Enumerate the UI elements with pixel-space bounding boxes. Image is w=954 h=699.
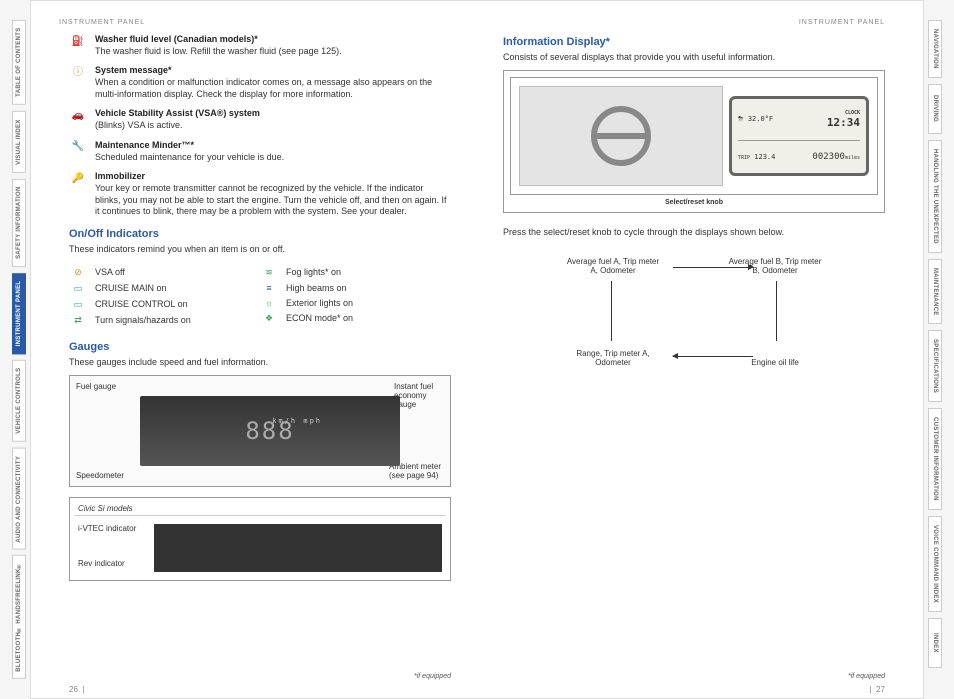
info-heading: Information Display*	[503, 36, 885, 48]
ivtec-label: i-VTEC indicator	[78, 524, 136, 533]
section-header-right: INSTRUMENT PANEL	[503, 19, 885, 26]
indicator-item: 🔑 Immobilizer Your key or remote transmit…	[69, 171, 451, 218]
tab-voice-command[interactable]: VOICE COMMAND INDEX	[928, 516, 942, 612]
info-figure: ⛈ 32.0°F CLOCK12:34 TRIP 123.4 002300mil…	[503, 70, 885, 213]
onoff-label: Exterior lights on	[286, 298, 353, 308]
page-right: INSTRUMENT PANEL Information Display* Co…	[477, 1, 923, 698]
arrow-icon	[611, 281, 612, 341]
section-header-left: INSTRUMENT PANEL	[59, 19, 451, 26]
indicator-desc: The washer fluid is low. Refill the wash…	[95, 46, 342, 56]
page-num-left: 26 |	[69, 685, 84, 694]
onoff-label: VSA off	[95, 267, 125, 277]
speedometer-label: Speedometer	[76, 471, 124, 480]
indicator-title: System message*	[95, 65, 172, 75]
cruise-main-icon: ▭	[69, 283, 87, 294]
cycle-b: Average fuel B, Trip meter B, Odometer	[725, 257, 825, 275]
gauge-graphic: 888 km/h mph	[140, 396, 400, 466]
arrow-icon	[673, 267, 753, 268]
instant-fuel-label: Instant fuel economy gauge	[394, 382, 444, 409]
indicator-item: 🔧 Maintenance Minder™* Scheduled maintena…	[69, 140, 451, 163]
onoff-label: CRUISE MAIN on	[95, 283, 167, 293]
onoff-label: ECON mode* on	[286, 313, 353, 323]
tab-bluetooth[interactable]: BLUETOOTH® HANDSFREELINK®	[12, 555, 26, 679]
onoff-label: CRUISE CONTROL on	[95, 299, 188, 309]
onoff-label: Fog lights* on	[286, 267, 341, 277]
civic-graphic	[154, 524, 442, 572]
tab-instrument-panel[interactable]: INSTRUMENT PANEL	[12, 273, 26, 354]
indicator-desc: (Blinks) VSA is active.	[95, 120, 183, 130]
dashboard-graphic	[519, 86, 723, 186]
gauges-figure: Fuel gauge Speedometer Instant fuel econ…	[69, 375, 451, 487]
arrow-icon	[776, 281, 777, 341]
tab-customer-info[interactable]: CUSTOMER INFORMATION	[928, 408, 942, 510]
turn-signals-icon: ⇄	[69, 315, 87, 326]
onoff-intro: These indicators remind you when an item…	[69, 244, 451, 254]
indicator-item: 🚗 Vehicle Stability Assist (VSA®) system…	[69, 108, 451, 131]
footnote-right: *if equipped	[848, 673, 885, 680]
tab-handling[interactable]: HANDLING THE UNEXPECTED	[928, 140, 942, 253]
gauges-heading: Gauges	[69, 341, 451, 353]
civic-si-figure: Civic Si models i-VTEC indicator Rev ind…	[69, 497, 451, 581]
info-icon: ⓘ	[71, 65, 85, 79]
speed-units: km/h mph	[272, 417, 322, 425]
press-text: Press the select/reset knob to cycle thr…	[503, 227, 885, 237]
cycle-d: Engine oil life	[725, 358, 825, 367]
key-icon: 🔑	[71, 171, 85, 185]
indicator-item: ⛽ Washer fluid level (Canadian models)* T…	[69, 34, 451, 57]
wrench-icon: 🔧	[71, 140, 85, 154]
rev-label: Rev indicator	[78, 559, 125, 568]
tab-index[interactable]: INDEX	[928, 618, 942, 668]
indicator-title: Immobilizer	[95, 171, 145, 181]
steering-wheel-icon	[591, 106, 651, 166]
washer-fluid-icon: ⛽	[71, 34, 85, 48]
footnote-left: *if equipped	[414, 673, 451, 680]
tab-maintenance[interactable]: MAINTENANCE	[928, 259, 942, 325]
cycle-c: Range, Trip meter A, Odometer	[563, 349, 663, 367]
tab-visual-index[interactable]: VISUAL INDEX	[12, 111, 26, 173]
vsa-icon: 🚗	[71, 108, 85, 122]
page-container: TABLE OF CONTENTS VISUAL INDEX SAFETY IN…	[0, 0, 954, 699]
econ-icon: ❖	[260, 313, 278, 324]
indicator-title: Maintenance Minder™*	[95, 140, 194, 150]
civic-si-heading: Civic Si models	[74, 502, 446, 516]
tab-driving[interactable]: DRIVING	[928, 84, 942, 134]
indicator-title: Vehicle Stability Assist (VSA®) system	[95, 108, 260, 118]
info-intro: Consists of several displays that provid…	[503, 52, 885, 62]
onoff-label: Turn signals/hazards on	[95, 315, 191, 325]
left-sidebar: TABLE OF CONTENTS VISUAL INDEX SAFETY IN…	[0, 0, 30, 699]
onoff-label: High beams on	[286, 283, 347, 293]
tab-audio[interactable]: AUDIO AND CONNECTIVITY	[12, 448, 26, 550]
gauges-intro: These gauges include speed and fuel info…	[69, 357, 451, 367]
cruise-control-icon: ▭	[69, 299, 87, 310]
lcd-display: ⛈ 32.0°F CLOCK12:34 TRIP 123.4 002300mil…	[729, 96, 869, 176]
tab-vehicle-controls[interactable]: VEHICLE CONTROLS	[12, 360, 26, 442]
high-beams-icon: ≡	[260, 283, 278, 293]
tab-toc[interactable]: TABLE OF CONTENTS	[12, 20, 26, 105]
onoff-grid: ⊘ VSA off ▭ CRUISE MAIN on ▭ CRUISE CONTROL…	[69, 262, 451, 331]
indicator-desc: Scheduled maintenance for your vehicle i…	[95, 152, 284, 162]
arrow-icon	[673, 356, 753, 357]
cycle-a: Average fuel A, Trip meter A, Odometer	[563, 257, 663, 275]
indicator-title: Washer fluid level (Canadian models)*	[95, 34, 258, 44]
indicator-desc: When a condition or malfunction indicato…	[95, 77, 432, 99]
fuel-gauge-label: Fuel gauge	[76, 382, 116, 391]
onoff-heading: On/Off Indicators	[69, 228, 451, 240]
indicator-item: ⓘ System message* When a condition or mal…	[69, 65, 451, 100]
tab-specifications[interactable]: SPECIFICATIONS	[928, 330, 942, 402]
tab-safety[interactable]: SAFETY INFORMATION	[12, 179, 26, 267]
indicator-desc: Your key or remote transmitter cannot be…	[95, 183, 447, 216]
cycle-diagram: Average fuel A, Trip meter A, Odometer A…	[533, 257, 855, 367]
exterior-lights-icon: ☼	[260, 298, 278, 308]
pages: INSTRUMENT PANEL ⛽ Washer fluid level (C…	[30, 0, 924, 699]
page-num-right: | 27	[870, 685, 885, 694]
right-sidebar: NAVIGATION DRIVING HANDLING THE UNEXPECT…	[924, 0, 954, 699]
vsa-off-icon: ⊘	[69, 267, 87, 278]
fog-lights-icon: ≋	[260, 267, 278, 278]
knob-label: Select/reset knob	[510, 199, 878, 206]
tab-navigation[interactable]: NAVIGATION	[928, 20, 942, 78]
page-left: INSTRUMENT PANEL ⛽ Washer fluid level (C…	[31, 1, 477, 698]
